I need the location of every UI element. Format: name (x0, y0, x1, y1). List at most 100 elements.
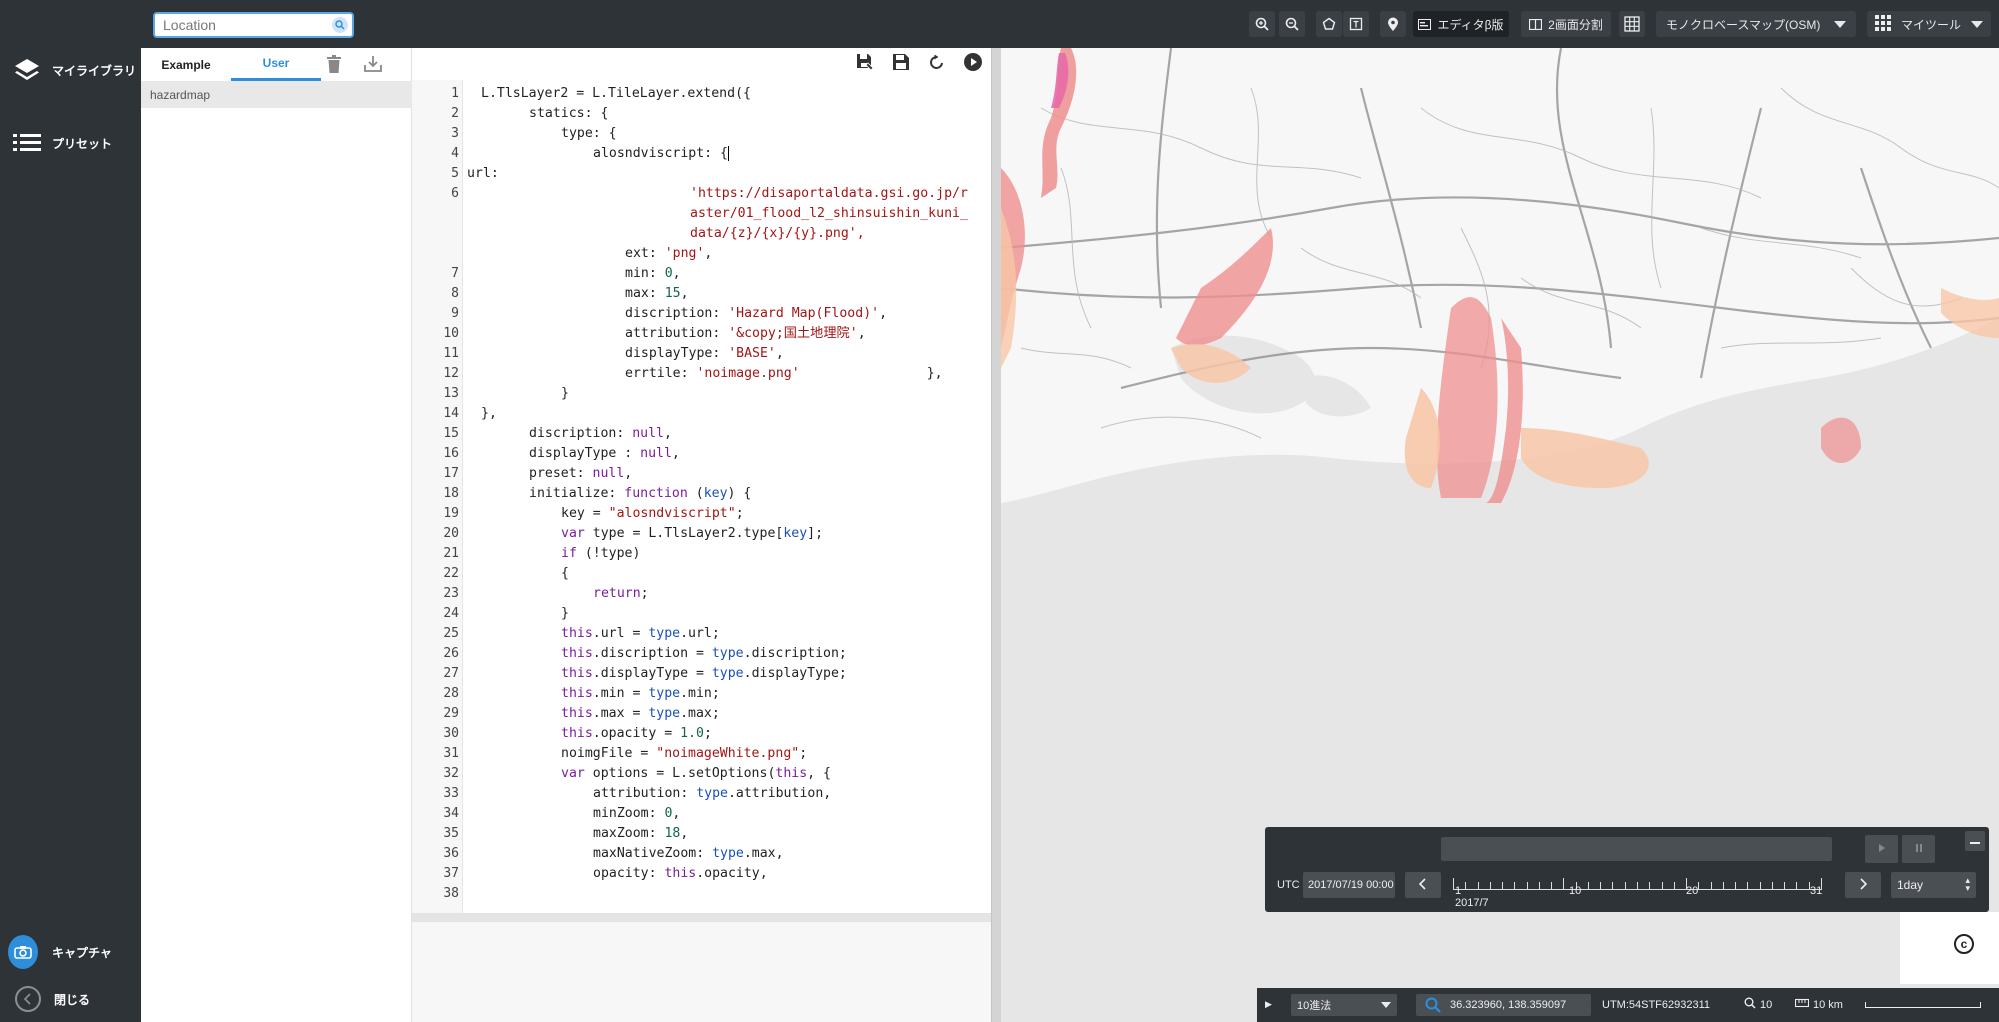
ruler-tick (1563, 878, 1565, 890)
save-button[interactable] (883, 48, 919, 81)
collapse-timebar-button[interactable] (1965, 831, 1985, 851)
line-number: 18 (443, 486, 459, 501)
code-line: var type = L.TlsLayer2.type[key]; (561, 526, 824, 541)
line-number: 22 (443, 566, 459, 581)
coordinate-format-select[interactable]: 10進法 (1291, 994, 1397, 1016)
list-item[interactable]: hazardmap (141, 81, 412, 108)
save-as-button[interactable] (847, 48, 883, 81)
interval-select[interactable]: 1day ▴ ▾ (1891, 872, 1976, 898)
time-range-track[interactable] (1441, 837, 1832, 861)
zoom-out-button[interactable] (1279, 11, 1305, 37)
line-number-gutter: 1 2 3 4 5 6 7 8 9 10 11 12 13 14 15 16 1… (412, 80, 463, 913)
code-line: statics: { (529, 106, 609, 121)
marker-button[interactable] (1380, 11, 1406, 37)
code-line: if (!type) (561, 546, 641, 561)
time-slider-panel: UTC 2017/07/19 00:00 1 10 20 31 2017/7 1… (1265, 827, 1989, 912)
save-as-icon (856, 53, 874, 76)
line-number: 12 (443, 366, 459, 381)
date-ruler[interactable] (1453, 876, 1822, 890)
app-window: マイライブラリ プリセット キャプチャ 閉じる Location エディタβ版 … (0, 0, 1999, 1022)
code-line: max: 15, (625, 286, 689, 301)
line-number: 37 (443, 866, 459, 881)
location-search-input[interactable] (163, 14, 333, 36)
ruler-tick (1637, 882, 1638, 890)
tab-example[interactable]: Example (141, 48, 231, 81)
code-line: key = "alosndviscript"; (561, 506, 744, 521)
play-button[interactable] (1865, 835, 1898, 863)
code-line: alosndviscript: { (593, 145, 729, 161)
scale-bar (1865, 1002, 1981, 1008)
draw-polygon-button[interactable] (1316, 11, 1342, 37)
run-button[interactable] (955, 48, 991, 81)
code-line: discription: null, (529, 426, 672, 441)
ruler-tick (1722, 882, 1724, 890)
interval-label: 1day (1897, 878, 1924, 892)
refresh-icon (929, 54, 945, 75)
code-line: var options = L.setOptions(this, { (561, 766, 831, 781)
ruler-tick-label: 20 (1686, 885, 1699, 897)
ruler-tick (1600, 882, 1602, 890)
editor-toolbar (847, 48, 991, 81)
grid-toggle-button[interactable] (1619, 11, 1645, 37)
code-line: this.opacity = 1.0; (561, 726, 712, 741)
line-number: 30 (443, 726, 459, 741)
tab-user[interactable]: User (231, 48, 321, 81)
search-icon[interactable] (332, 17, 348, 33)
zoom-level: 10 (1760, 999, 1773, 1011)
ruler-tick (1649, 882, 1651, 890)
location-search (153, 12, 354, 38)
mytools-label: マイツール (1901, 17, 1962, 32)
split-screen-icon (1529, 18, 1543, 30)
basemap-select[interactable]: モノクロベースマップ(OSM) (1656, 11, 1856, 37)
copyright-icon[interactable]: c (1954, 934, 1974, 954)
apps-grid-icon (1875, 14, 1891, 34)
datetime-field[interactable]: 2017/07/19 00:00 (1303, 872, 1395, 898)
download-icon[interactable] (363, 55, 383, 78)
split-screen-button[interactable]: 2画面分割 (1521, 11, 1611, 37)
reload-button[interactable] (919, 48, 955, 81)
chevron-right-icon (1859, 877, 1868, 893)
editor-icon (1418, 18, 1432, 30)
zoom-in-button[interactable] (1249, 11, 1275, 37)
line-number: 33 (443, 786, 459, 801)
line-number: 32 (443, 766, 459, 781)
code-line: this.discription = type.discription; (561, 646, 847, 661)
sidebar-item-my-library[interactable]: マイライブラリ (12, 55, 136, 85)
pane-splitter[interactable] (991, 48, 1001, 1022)
line-number: 13 (443, 386, 459, 401)
text-tool-button[interactable] (1343, 11, 1369, 37)
ruler-tick-label: 1 (1455, 885, 1462, 897)
line-number: 29 (443, 706, 459, 721)
code-line: } (561, 606, 569, 621)
horizontal-scrollbar[interactable] (412, 913, 991, 922)
pause-icon (1915, 843, 1923, 855)
coordinate-field[interactable]: 36.323960, 138.359097 (1416, 994, 1591, 1016)
capture-button[interactable]: キャプチャ (8, 935, 112, 969)
editor-beta-button[interactable]: エディタβ版 (1413, 11, 1509, 37)
library-panel: Example User hazardmap (141, 48, 412, 1022)
triangle-right-icon[interactable]: ▶ (1265, 999, 1272, 1010)
close-label: 閉じる (54, 992, 91, 1007)
play-circle-icon (964, 53, 982, 76)
trash-icon[interactable] (327, 55, 341, 78)
month-label: 2017/7 (1455, 897, 1489, 909)
close-sidebar-button[interactable]: 閉じる (12, 984, 90, 1014)
utm-value: UTM:54STF62932311 (1602, 999, 1711, 1011)
sidebar-item-preset[interactable]: プリセット (12, 128, 112, 158)
code-line: aster/01_flood_l2_shinsuishin_kuni_ (690, 206, 968, 221)
ruler-tick (1710, 882, 1712, 890)
code-text-area[interactable]: L.TlsLayer2 = L.TileLayer.extend({static… (463, 80, 991, 913)
pause-button[interactable] (1902, 835, 1935, 863)
ruler-tick (1489, 882, 1491, 890)
ruler-tick (1796, 882, 1798, 890)
code-line: { (561, 566, 569, 581)
ruler-tick (1477, 882, 1479, 890)
ruler-tick (1453, 878, 1454, 890)
mytools-menu[interactable]: マイツール (1867, 11, 1991, 37)
ruler-tick-label: 31 (1810, 885, 1823, 897)
updown-icon: ▴ ▾ (1965, 875, 1970, 893)
code-line: this.displayType = type.displayType; (561, 666, 847, 681)
code-line: attribution: '&copy;国土地理院', (625, 326, 866, 341)
previous-date-button[interactable] (1405, 872, 1441, 898)
next-date-button[interactable] (1845, 872, 1881, 898)
